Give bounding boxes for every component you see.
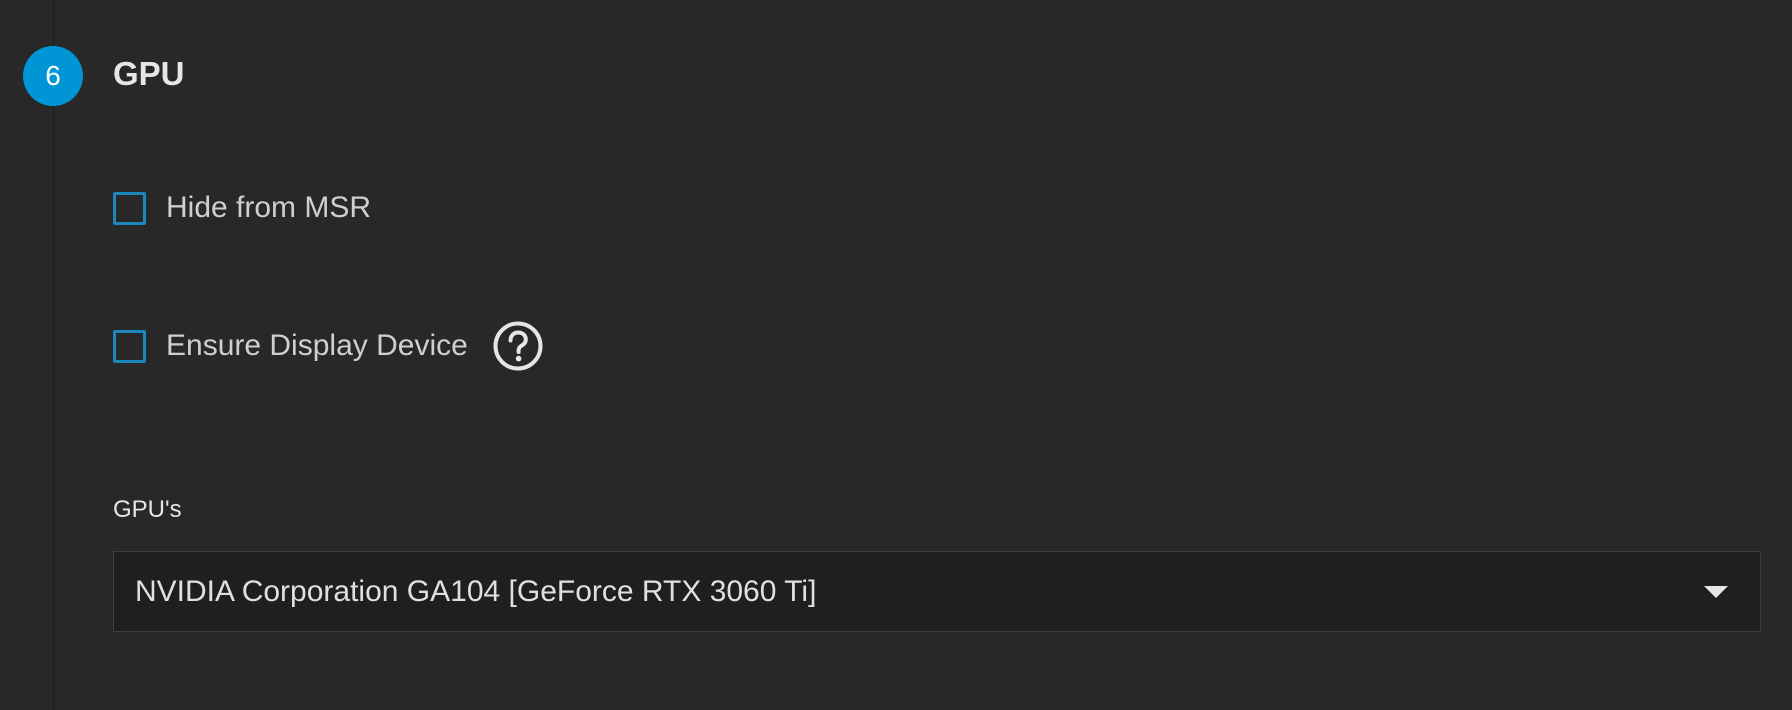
caret-down-icon: [1704, 585, 1728, 598]
gpu-select-dropdown[interactable]: NVIDIA Corporation GA104 [GeForce RTX 30…: [113, 551, 1761, 632]
gpu-select-value: NVIDIA Corporation GA104 [GeForce RTX 30…: [135, 574, 817, 608]
ensure-display-device-option: Ensure Display Device: [113, 321, 544, 371]
hide-from-msr-option: Hide from MSR: [113, 186, 371, 230]
step-title: GPU: [113, 55, 185, 92]
hide-from-msr-checkbox[interactable]: [113, 191, 146, 225]
ensure-display-device-label[interactable]: Ensure Display Device: [166, 329, 468, 363]
ensure-display-device-checkbox[interactable]: [113, 329, 146, 363]
gpus-field-label: GPU's: [113, 496, 182, 523]
step-number-badge: 6: [23, 46, 83, 106]
stepper-connector-line: [53, 0, 54, 710]
question-circle-icon[interactable]: [492, 320, 544, 372]
hide-from-msr-label[interactable]: Hide from MSR: [166, 191, 371, 225]
